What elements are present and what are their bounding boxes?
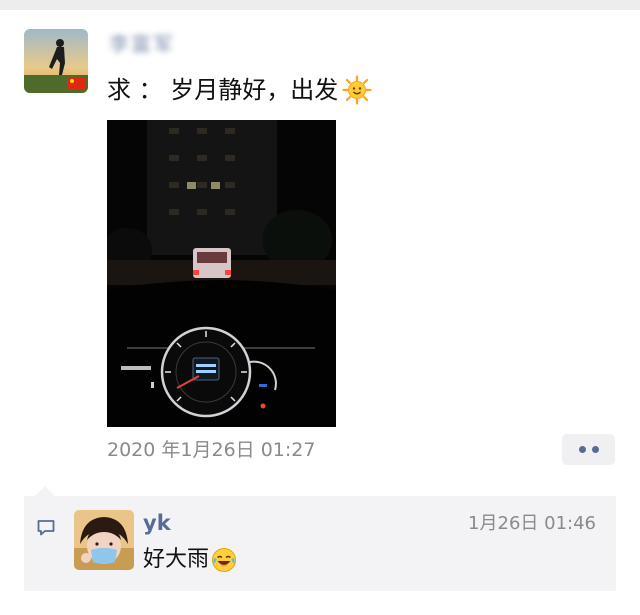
commenter-name[interactable]: yk: [143, 509, 171, 537]
laughing-crying-emoji-icon: [211, 547, 237, 573]
top-divider-bar: [0, 0, 640, 10]
comment-timestamp: 1月26日 01:46: [468, 513, 596, 534]
more-dot-right: [591, 446, 599, 453]
commenter-avatar[interactable]: [74, 510, 134, 570]
post-timestamp: 2020 年1月26日 01:27: [107, 439, 316, 461]
more-dot-left: [578, 446, 586, 453]
author-name[interactable]: 李富军: [107, 31, 177, 57]
more-options-button[interactable]: [562, 434, 615, 465]
night-driving-dashboard-photo[interactable]: [107, 120, 336, 427]
author-avatar[interactable]: [24, 29, 88, 93]
comment-text-content: 好大雨: [143, 547, 210, 572]
comment-text[interactable]: 好大雨: [143, 545, 237, 575]
comment-area-pointer: [35, 486, 55, 496]
comment-bubble-icon: [36, 518, 56, 538]
sun-emoji-icon: [342, 75, 372, 105]
post-text: 求 ： 岁月静好，出发: [107, 73, 372, 107]
post-text-content: 求 ： 岁月静好，出发: [107, 76, 339, 104]
